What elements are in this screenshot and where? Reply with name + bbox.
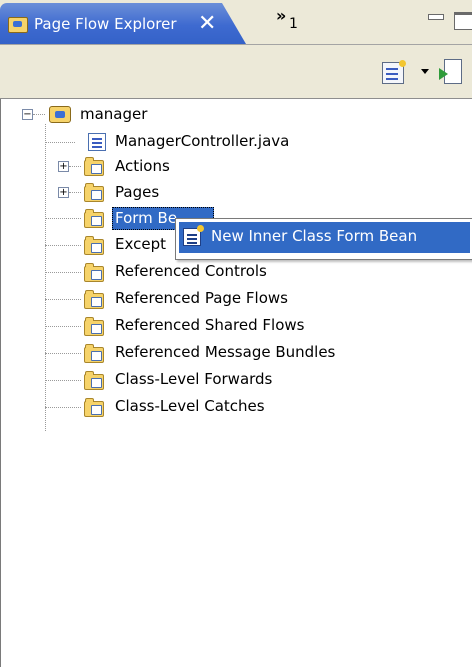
message-bundles-folder-icon — [84, 344, 104, 363]
tree-connector — [45, 407, 81, 408]
dropdown-arrow-icon[interactable] — [421, 69, 429, 74]
view-overflow-icon[interactable]: » — [276, 6, 286, 25]
close-icon[interactable]: ✕ — [198, 10, 216, 38]
tree-connector — [45, 326, 81, 327]
tree-connector — [45, 380, 81, 381]
collapse-toggle[interactable]: − — [22, 109, 33, 120]
tree-item-referenced-controls[interactable]: Referenced Controls — [115, 261, 267, 281]
catches-folder-icon — [84, 398, 104, 417]
actions-folder-icon — [84, 157, 104, 176]
page-flow-explorer-icon — [8, 17, 28, 33]
form-beans-folder-icon — [84, 209, 104, 228]
tree-connector — [69, 192, 81, 193]
minimize-icon[interactable] — [428, 14, 444, 20]
view-overflow-count[interactable]: 1 — [289, 16, 298, 32]
new-element-icon[interactable] — [382, 60, 406, 84]
tree-connector — [45, 353, 81, 354]
tab-title: Page Flow Explorer — [34, 15, 177, 33]
java-file-icon — [88, 133, 106, 151]
page-flow-folder-icon — [49, 106, 71, 123]
tree-connector — [45, 124, 46, 431]
tree-connector — [45, 299, 81, 300]
tree-connector — [45, 272, 81, 273]
tree-connector — [45, 245, 81, 246]
tree-item-actions[interactable]: Actions — [115, 156, 170, 176]
expand-toggle[interactable]: + — [58, 187, 69, 198]
controls-folder-icon — [84, 263, 104, 282]
view-tab-bar: Page Flow Explorer ✕ » 1 — [0, 0, 472, 45]
context-menu: New Inner Class Form Bean — [175, 218, 472, 260]
pages-folder-icon — [84, 183, 104, 202]
tree-item-referenced-shared-flows[interactable]: Referenced Shared Flows — [115, 315, 304, 335]
forwards-folder-icon — [84, 371, 104, 390]
tree-item-class-level-catches[interactable]: Class-Level Catches — [115, 396, 265, 416]
page-flow-explorer-tab[interactable]: Page Flow Explorer ✕ — [0, 3, 246, 44]
menu-item-label: New Inner Class Form Bean — [211, 227, 418, 245]
exceptions-folder-icon — [84, 236, 104, 255]
tree-connector — [45, 218, 81, 219]
page-flow-tree: − manager ManagerController.java + Actio… — [0, 99, 472, 667]
view-toolbar — [0, 45, 472, 99]
view-border — [0, 99, 1, 667]
tree-item-referenced-message-bundles[interactable]: Referenced Message Bundles — [115, 342, 335, 362]
tree-connector — [33, 114, 45, 115]
tree-item-label: Form Be — [115, 209, 178, 227]
expand-toggle[interactable]: + — [58, 161, 69, 172]
new-form-bean-icon — [183, 225, 204, 246]
new-inner-class-form-bean-menu-item[interactable]: New Inner Class Form Bean — [179, 222, 470, 253]
tree-connector — [45, 142, 75, 143]
run-icon[interactable] — [439, 59, 462, 84]
tree-item-manager[interactable]: manager — [80, 104, 147, 124]
maximize-icon[interactable] — [454, 12, 472, 30]
tree-connector — [69, 166, 81, 167]
page-flows-folder-icon — [84, 290, 104, 309]
tree-item-referenced-page-flows[interactable]: Referenced Page Flows — [115, 288, 288, 308]
shared-flows-folder-icon — [84, 317, 104, 336]
tree-item-exceptions[interactable]: Except — [115, 234, 166, 254]
tree-item-pages[interactable]: Pages — [115, 182, 159, 202]
tree-item-managercontroller[interactable]: ManagerController.java — [115, 131, 289, 151]
tree-item-class-level-forwards[interactable]: Class-Level Forwards — [115, 369, 272, 389]
